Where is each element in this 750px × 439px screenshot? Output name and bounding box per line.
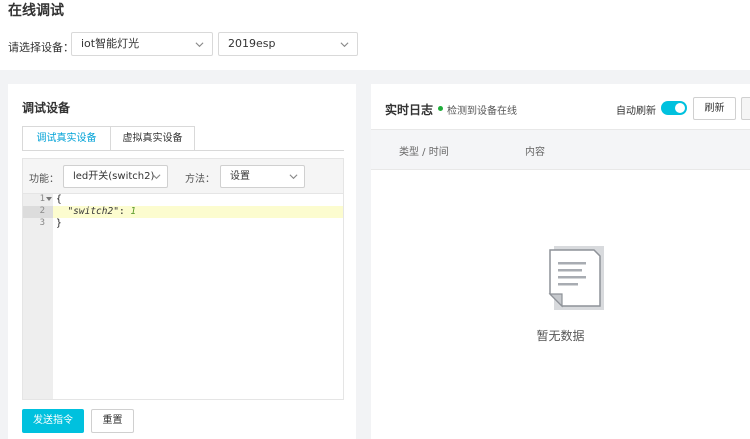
auto-refresh-label: 自动刷新	[616, 106, 656, 117]
editor-gutter: 1 2 3	[23, 194, 53, 399]
log-panel-title: 实时日志	[385, 103, 434, 117]
code-line-3[interactable]: }	[56, 218, 62, 230]
editor-toolbar: 功能： led开关(switch2) 方法： 设置	[23, 159, 343, 194]
code-key: "switch2"	[67, 206, 119, 217]
method-select[interactable]: 设置	[220, 165, 305, 188]
code-open-brace: {	[56, 194, 62, 205]
column-content: 内容	[525, 147, 545, 158]
line-number: 3	[39, 218, 45, 228]
online-status-text: 检测到设备在线	[447, 106, 517, 117]
debug-panel: 调试设备 调试真实设备 虚拟真实设备 功能： led开关(switch2) 方法…	[8, 84, 356, 439]
empty-state-text: 暂无数据	[536, 329, 585, 343]
line-number: 1	[39, 194, 45, 204]
method-select-value: 设置	[230, 171, 250, 182]
code-value: 1	[130, 206, 137, 217]
toggle-knob	[675, 103, 685, 113]
online-status-dot	[438, 106, 443, 111]
function-label: 功能：	[29, 174, 59, 185]
reset-button[interactable]: 重置	[91, 409, 134, 433]
auto-refresh-toggle[interactable]	[661, 101, 687, 115]
code-line-1[interactable]: {	[56, 194, 62, 206]
code-editor: 功能： led开关(switch2) 方法： 设置 1 2 3 { "switc…	[22, 158, 344, 400]
tab-divider	[22, 150, 344, 151]
function-select[interactable]: led开关(switch2)	[63, 165, 168, 188]
line-number: 2	[39, 206, 45, 216]
code-close-brace: }	[56, 218, 62, 229]
empty-document-icon	[548, 246, 604, 310]
product-select-value: iot智能灯光	[81, 37, 140, 50]
function-select-value: led开关(switch2)	[73, 171, 155, 182]
code-colon: :	[118, 206, 131, 217]
page-title: 在线调试	[8, 3, 64, 19]
chevron-down-icon	[152, 174, 161, 180]
log-table-header: 类型 / 时间 内容	[371, 129, 750, 170]
fold-arrow-icon[interactable]	[46, 197, 52, 201]
debug-panel-title: 调试设备	[22, 101, 71, 115]
method-label: 方法：	[185, 174, 215, 185]
chevron-down-icon	[289, 174, 298, 180]
more-button[interactable]	[741, 97, 750, 120]
log-panel: 实时日志 检测到设备在线 自动刷新 刷新 类型 / 时间 内容 暂无数据	[371, 84, 750, 439]
device-select-value: 2019esp	[228, 37, 276, 50]
tab-virtual-device[interactable]: 虚拟真实设备	[110, 126, 195, 151]
device-select[interactable]: 2019esp	[218, 32, 358, 56]
product-select[interactable]: iot智能灯光	[71, 32, 213, 56]
device-select-label: 请选择设备：	[8, 41, 74, 54]
refresh-button[interactable]: 刷新	[693, 97, 736, 120]
column-type-time: 类型 / 时间	[399, 147, 449, 158]
code-line-2[interactable]: "switch2": 1	[56, 206, 136, 218]
send-command-button[interactable]: 发送指令	[22, 409, 84, 433]
chevron-down-icon	[340, 42, 349, 48]
gutter-active-line	[23, 206, 53, 218]
chevron-down-icon	[195, 42, 204, 48]
tab-debug-real-device[interactable]: 调试真实设备	[22, 126, 111, 151]
